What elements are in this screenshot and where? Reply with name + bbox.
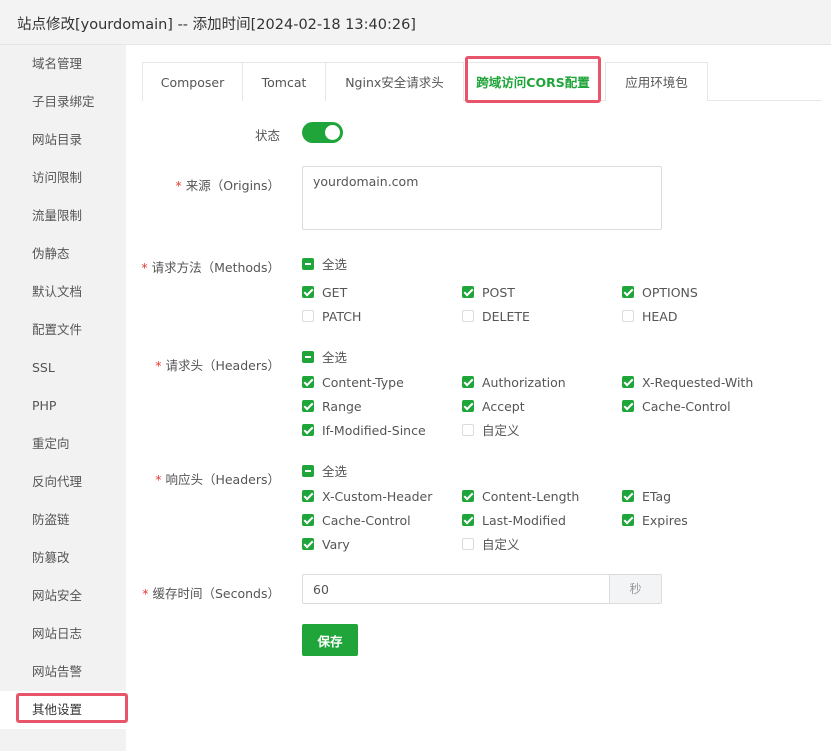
window-titlebar: 站点修改[yourdomain] -- 添加时间[2024-02-18 13:4… (0, 0, 831, 45)
checkbox-box (302, 465, 314, 477)
checkbox-box (302, 258, 314, 270)
checkbox-box (622, 400, 634, 412)
status-label: 状态 (254, 128, 280, 143)
checkbox-label: POST (482, 285, 515, 300)
checkbox-label: HEAD (642, 309, 678, 324)
origins-label-text: 来源（Origins） (185, 178, 280, 193)
sidebar-item[interactable]: 网站日志 (0, 615, 126, 653)
required-mark: * (155, 358, 162, 373)
checkbox-label: 全选 (322, 350, 348, 365)
checkbox-label: Cache-Control (322, 513, 411, 528)
sidebar-item[interactable]: 其他设置 (0, 691, 126, 729)
checkbox-box (622, 310, 634, 322)
tab-cors-config[interactable]: 跨域访问CORS配置 (467, 62, 599, 102)
cache-label-text: 缓存时间（Seconds） (152, 586, 280, 601)
checkbox-label: X-Requested-With (642, 375, 754, 390)
methods-label-text: 请求方法（Methods） (151, 260, 280, 275)
sidebar: 域名管理 子目录绑定 网站目录 访问限制 流量限制 伪静态 默认文档 配置文件 SSL PHP 重定… (0, 45, 126, 751)
tab-nginx-security-headers[interactable]: Nginx安全请求头 (325, 62, 464, 101)
sidebar-item[interactable]: 默认文档 (0, 273, 126, 311)
checkbox-label: Cache-Control (642, 399, 731, 414)
tab-bar: Composer Tomcat Nginx安全请求头 跨域访问CORS配置 应用… (142, 62, 822, 102)
sidebar-item[interactable]: PHP (0, 387, 126, 425)
sidebar-item[interactable]: 流量限制 (0, 197, 126, 235)
checkbox-label: PATCH (322, 309, 362, 324)
checkbox-box (622, 376, 634, 388)
required-mark: * (141, 260, 148, 275)
checkbox-box (302, 400, 314, 412)
checkbox-label: Content-Length (482, 489, 580, 504)
cache-field: 秒 (302, 574, 662, 604)
tab-tomcat[interactable]: Tomcat (242, 62, 326, 101)
checkbox-box (622, 514, 634, 526)
checkbox-label: Vary (322, 537, 350, 552)
checkbox-label: If-Modified-Since (322, 423, 426, 438)
checkbox-label: 自定义 (482, 537, 520, 552)
origins-input[interactable] (302, 166, 662, 230)
checkbox-box (302, 490, 314, 502)
checkbox-label: Expires (642, 513, 688, 528)
sidebar-item[interactable]: 防篡改 (0, 539, 126, 577)
cache-label: * 缓存时间（Seconds） (10, 583, 280, 602)
cache-seconds-input[interactable] (303, 575, 609, 603)
sidebar-item[interactable]: 防盗链 (0, 501, 126, 539)
checkbox-box (462, 490, 474, 502)
checkbox-label: X-Custom-Header (322, 489, 433, 504)
checkbox-box (302, 538, 314, 550)
checkbox-label: DELETE (482, 309, 530, 324)
checkbox-label: GET (322, 285, 348, 300)
toggle-knob (325, 125, 340, 140)
checkbox-box (622, 490, 634, 502)
checkbox-box (302, 376, 314, 388)
checkbox-label: Accept (482, 399, 525, 414)
required-mark: * (175, 178, 182, 193)
sidebar-item[interactable]: 配置文件 (0, 311, 126, 349)
checkbox-box (302, 310, 314, 322)
checkbox-box (302, 514, 314, 526)
checkbox-box (462, 376, 474, 388)
sidebar-item[interactable]: 子目录绑定 (0, 83, 126, 121)
checkbox-box (302, 286, 314, 298)
checkbox-label: 全选 (322, 257, 348, 272)
status-toggle[interactable] (302, 122, 343, 143)
save-button[interactable]: 保存 (302, 624, 358, 656)
checkbox-box (462, 400, 474, 412)
checkbox-box (462, 310, 474, 322)
sidebar-item[interactable]: 网站告警 (0, 653, 126, 691)
origins-label: * 来源（Origins） (10, 175, 280, 194)
checkbox-box (462, 286, 474, 298)
checkbox-box (462, 424, 474, 436)
checkbox-box (302, 351, 314, 363)
request-headers-label-text: 请求头（Headers） (165, 358, 280, 373)
checkbox-label: 全选 (322, 464, 348, 479)
methods-label: * 请求方法（Methods） (10, 257, 280, 276)
response-headers-label: * 响应头（Headers） (10, 469, 280, 488)
required-mark: * (155, 472, 162, 487)
checkbox-label: Last-Modified (482, 513, 566, 528)
tab-composer[interactable]: Composer (142, 62, 243, 101)
checkbox-label: Range (322, 399, 362, 414)
sidebar-item[interactable]: 域名管理 (0, 45, 126, 83)
sidebar-item[interactable]: 重定向 (0, 425, 126, 463)
checkbox-label: Authorization (482, 375, 566, 390)
request-headers-label: * 请求头（Headers） (10, 355, 280, 374)
window-title: 站点修改[yourdomain] -- 添加时间[2024-02-18 13:4… (17, 17, 416, 33)
cache-unit: 秒 (609, 575, 661, 603)
checkbox-label: Content-Type (322, 375, 404, 390)
tab-app-env-package[interactable]: 应用环境包 (605, 62, 708, 101)
checkbox-label: OPTIONS (642, 285, 698, 300)
required-mark: * (142, 586, 149, 601)
checkbox-box (622, 286, 634, 298)
checkbox-label: 自定义 (482, 423, 520, 438)
checkbox-box (462, 538, 474, 550)
response-headers-label-text: 响应头（Headers） (165, 472, 280, 487)
checkbox-box (462, 514, 474, 526)
checkbox-label: ETag (642, 489, 672, 504)
checkbox-box (302, 424, 314, 436)
